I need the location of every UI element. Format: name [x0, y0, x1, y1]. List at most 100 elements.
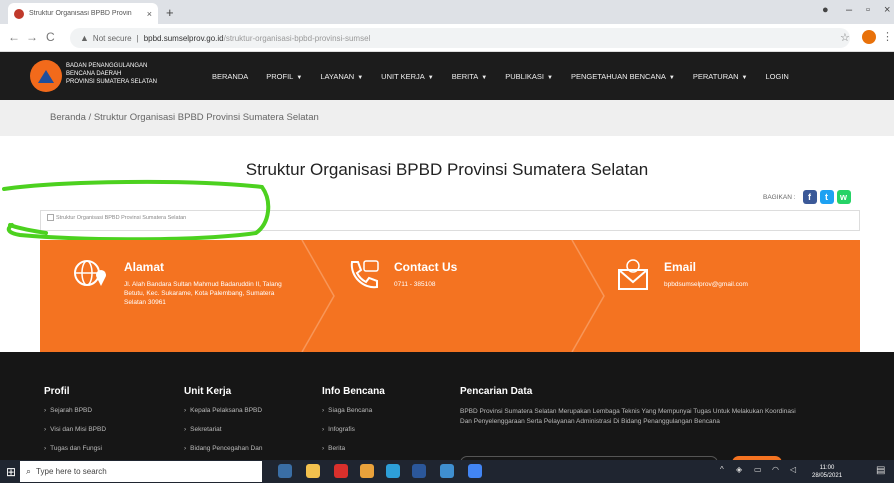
menu-item-layanan[interactable]: LAYANAN ▼: [320, 72, 363, 81]
footer-link[interactable]: Kepala Pelaksana BPBD: [184, 407, 262, 414]
footer-heading: Pencarian Data: [460, 386, 533, 397]
footer-link[interactable]: Sekretariat: [184, 426, 262, 433]
footer-heading: Profil: [44, 386, 70, 397]
menu-item-publikasi[interactable]: PUBLIKASI ▼: [505, 72, 553, 81]
profile-avatar[interactable]: [862, 30, 876, 44]
whatsapp-share-button[interactable]: w: [836, 190, 851, 204]
footer-heading: Info Bencana: [322, 386, 385, 397]
org-name-line: PROVINSI SUMATERA SELATAN: [66, 79, 158, 85]
site-navbar: BADAN PENANGGULANGAN BENCANA DAERAH PROV…: [0, 52, 894, 100]
browser-tab[interactable]: Struktur Organisasi BPBD Provin ×: [8, 3, 158, 24]
file-explorer-icon[interactable]: [306, 464, 320, 478]
email-address[interactable]: bpbdsumselprov@gmail.com: [664, 280, 834, 289]
forward-icon[interactable]: →: [26, 30, 38, 44]
wifi-icon[interactable]: ◠: [772, 465, 779, 474]
close-window-icon[interactable]: ×: [884, 4, 890, 16]
mail-icon: [618, 259, 648, 290]
restore-icon[interactable]: ▫: [866, 4, 870, 16]
chevron-down-icon: ▼: [427, 74, 434, 81]
edge-icon[interactable]: [386, 464, 400, 478]
system-clock[interactable]: 11:00 28/05/2021: [812, 464, 842, 480]
contact-band: Alamat Jl. Alah Bandara Sultan Mahmud Ba…: [40, 240, 860, 352]
address-bar-row: ← → C ▲ Not secure | bpbd.sumselprov.go.…: [0, 24, 894, 52]
footer-link[interactable]: Berita: [322, 445, 385, 452]
volume-icon[interactable]: ◁: [790, 465, 796, 474]
menu-item-unit-kerja[interactable]: UNIT KERJA ▼: [381, 72, 434, 81]
app-icon[interactable]: [360, 464, 374, 478]
notification-icon[interactable]: ▤: [876, 465, 885, 476]
bpbd-logo[interactable]: [30, 60, 62, 92]
menu-item-peraturan[interactable]: PERATURAN ▼: [693, 72, 748, 81]
footer-col-pencarian: Pencarian Data BPBD Provinsi Sumatera Se…: [460, 386, 800, 427]
globe-pin-icon: [74, 260, 106, 286]
network-icon[interactable]: ◈: [736, 465, 742, 474]
url-host: bpbd.sumselprov.go.id: [143, 33, 224, 43]
footer-description: BPBD Provinsi Sumatera Selatan Merupakan…: [460, 408, 796, 425]
org-name-line: BADAN PENANGGULANGAN: [66, 63, 148, 69]
url-separator: |: [136, 33, 139, 43]
footer-link[interactable]: Infografis: [322, 426, 385, 433]
divider-chevron: [301, 240, 335, 352]
word-icon[interactable]: [412, 464, 426, 478]
tab-title: Struktur Organisasi BPBD Provin: [29, 10, 132, 17]
windows-start-icon[interactable]: ⊞: [6, 465, 16, 479]
footer-link[interactable]: Visi dan Misi BPBD: [44, 426, 106, 433]
minimize-icon[interactable]: –: [846, 4, 852, 16]
menu-item-beranda[interactable]: BERANDA: [212, 72, 248, 81]
url-input[interactable]: ▲ Not secure | bpbd.sumselprov.go.id /st…: [70, 28, 850, 48]
new-tab-icon[interactable]: +: [166, 5, 174, 20]
browser-tab-strip: Struktur Organisasi BPBD Provin × + ● – …: [0, 0, 894, 24]
chrome-icon[interactable]: [468, 464, 482, 478]
org-chart-image-broken: Struktur Organisasi BPBD Provinsi Sumate…: [40, 210, 860, 231]
share-bar: BAGIKAN : f t w: [763, 190, 851, 204]
footer-link[interactable]: Sejarah BPBD: [44, 407, 106, 414]
tray-chevron-icon[interactable]: ^: [720, 465, 724, 474]
back-icon[interactable]: ←: [8, 30, 20, 44]
taskbar-search-input[interactable]: ⌕ Type here to search: [20, 461, 262, 482]
facebook-share-button[interactable]: f: [802, 190, 817, 204]
footer-link[interactable]: Siaga Bencana: [322, 407, 385, 414]
footer-link[interactable]: Tugas dan Fungsi: [44, 445, 106, 452]
org-name: BADAN PENANGGULANGAN BENCANA DAERAH PROV…: [66, 62, 157, 86]
windows-taskbar: ⊞ ⌕ Type here to search ^ ◈ ▭ ◠ ◁ 11:00 …: [0, 460, 894, 483]
task-view-icon[interactable]: [278, 464, 292, 478]
breadcrumb[interactable]: Beranda / Struktur Organisasi BPBD Provi…: [50, 112, 319, 123]
photos-icon[interactable]: [440, 464, 454, 478]
broken-image-icon: [47, 214, 54, 221]
clock-time: 11:00: [819, 465, 835, 471]
footer-col-info-bencana: Info Bencana Siaga Bencana Infografis Be…: [322, 386, 385, 460]
search-icon: ⌕: [26, 466, 32, 476]
menu-item-pengetahuan-bencana[interactable]: PENGETAHUAN BENCANA ▼: [571, 72, 675, 81]
browser-menu-icon[interactable]: ⋮: [882, 30, 893, 43]
chevron-down-icon: ▼: [481, 74, 488, 81]
site-favicon-icon: [14, 8, 24, 19]
chevron-down-icon: ▼: [741, 74, 748, 81]
chevron-down-icon: ▼: [668, 74, 675, 81]
tab-close-icon[interactable]: ×: [147, 9, 152, 19]
footer-col-profil: Profil Sejarah BPBD Visi dan Misi BPBD T…: [44, 386, 106, 460]
page-title: Struktur Organisasi BPBD Provinsi Sumate…: [245, 160, 649, 179]
bookmark-star-icon[interactable]: ☆: [840, 31, 850, 44]
email-title: Email: [664, 260, 697, 274]
share-label: BAGIKAN :: [763, 193, 796, 201]
org-name-line: BENCANA DAERAH: [66, 71, 122, 77]
breadcrumb-bar: Beranda / Struktur Organisasi BPBD Provi…: [0, 100, 894, 136]
image-alt-text: Struktur Organisasi BPBD Provinsi Sumate…: [56, 214, 187, 221]
phone-number[interactable]: 0711 - 385108: [394, 280, 564, 289]
taskbar-search-placeholder: Type here to search: [36, 467, 107, 476]
address-text: Jl. Alah Bandara Sultan Mahmud Badaruddi…: [124, 281, 282, 306]
footer-link[interactable]: Bidang Pencegahan Dan: [184, 445, 262, 452]
address-title: Alamat: [124, 260, 165, 274]
menu-item-profil[interactable]: PROFIL ▼: [266, 72, 302, 81]
chevron-down-icon: ▼: [357, 74, 364, 81]
battery-icon[interactable]: ▭: [754, 465, 762, 474]
window-indicator-icon: ●: [822, 4, 829, 16]
url-path: /struktur-organisasi-bpbd-provinsi-sumse…: [223, 33, 371, 43]
office-icon[interactable]: [334, 464, 348, 478]
reload-icon[interactable]: C: [46, 30, 55, 44]
twitter-share-button[interactable]: t: [819, 190, 834, 204]
menu-item-berita[interactable]: BERITA ▼: [452, 72, 488, 81]
menu-item-login[interactable]: LOGIN: [765, 72, 788, 81]
chevron-down-icon: ▼: [296, 74, 303, 81]
chevron-down-icon: ▼: [547, 74, 553, 81]
